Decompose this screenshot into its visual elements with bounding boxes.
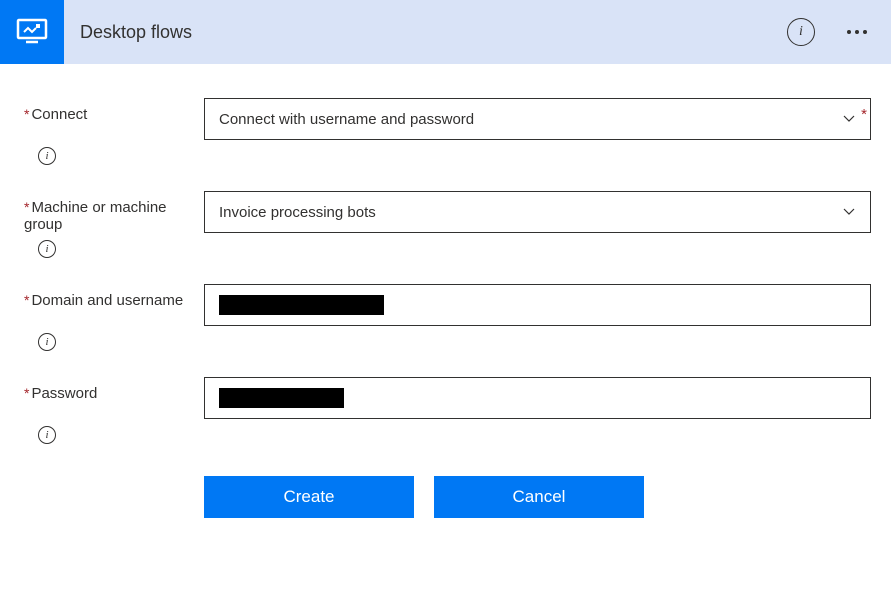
info-icon[interactable]: i	[787, 18, 815, 46]
password-value	[219, 388, 344, 408]
required-asterisk: *	[24, 385, 29, 401]
domain-user-label: *Domain and username	[24, 284, 204, 309]
chevron-down-icon	[842, 205, 856, 219]
info-icon[interactable]: i	[38, 333, 56, 351]
create-button[interactable]: Create	[204, 476, 414, 518]
info-icon[interactable]: i	[38, 147, 56, 165]
cancel-button[interactable]: Cancel	[434, 476, 644, 518]
chevron-down-icon	[842, 112, 856, 126]
machine-select-value: Invoice processing bots	[219, 204, 376, 221]
machine-row: *Machine or machine group Invoice proces…	[24, 191, 871, 233]
machine-select[interactable]: Invoice processing bots	[204, 191, 871, 233]
page-title: Desktop flows	[80, 22, 787, 43]
required-asterisk: *	[24, 106, 29, 122]
password-row: *Password	[24, 377, 871, 419]
connect-row: *Connect Connect with username and passw…	[24, 98, 871, 140]
domain-user-row: *Domain and username	[24, 284, 871, 326]
domain-user-value	[219, 295, 384, 315]
domain-user-input[interactable]	[204, 284, 871, 326]
more-menu-icon[interactable]	[839, 22, 875, 42]
required-asterisk: *	[24, 292, 29, 308]
required-asterisk: *	[861, 106, 867, 123]
machine-label: *Machine or machine group	[24, 191, 204, 233]
header: Desktop flows i	[0, 0, 891, 64]
required-asterisk: *	[24, 199, 29, 215]
connect-select[interactable]: Connect with username and password	[204, 98, 871, 140]
desktop-flows-icon	[0, 0, 64, 64]
info-icon[interactable]: i	[38, 240, 56, 258]
action-row: Create Cancel	[204, 476, 871, 518]
connect-select-value: Connect with username and password	[219, 111, 474, 128]
form: *Connect Connect with username and passw…	[0, 64, 891, 538]
connect-label: *Connect	[24, 98, 204, 123]
info-icon[interactable]: i	[38, 426, 56, 444]
password-input[interactable]	[204, 377, 871, 419]
password-label: *Password	[24, 377, 204, 402]
